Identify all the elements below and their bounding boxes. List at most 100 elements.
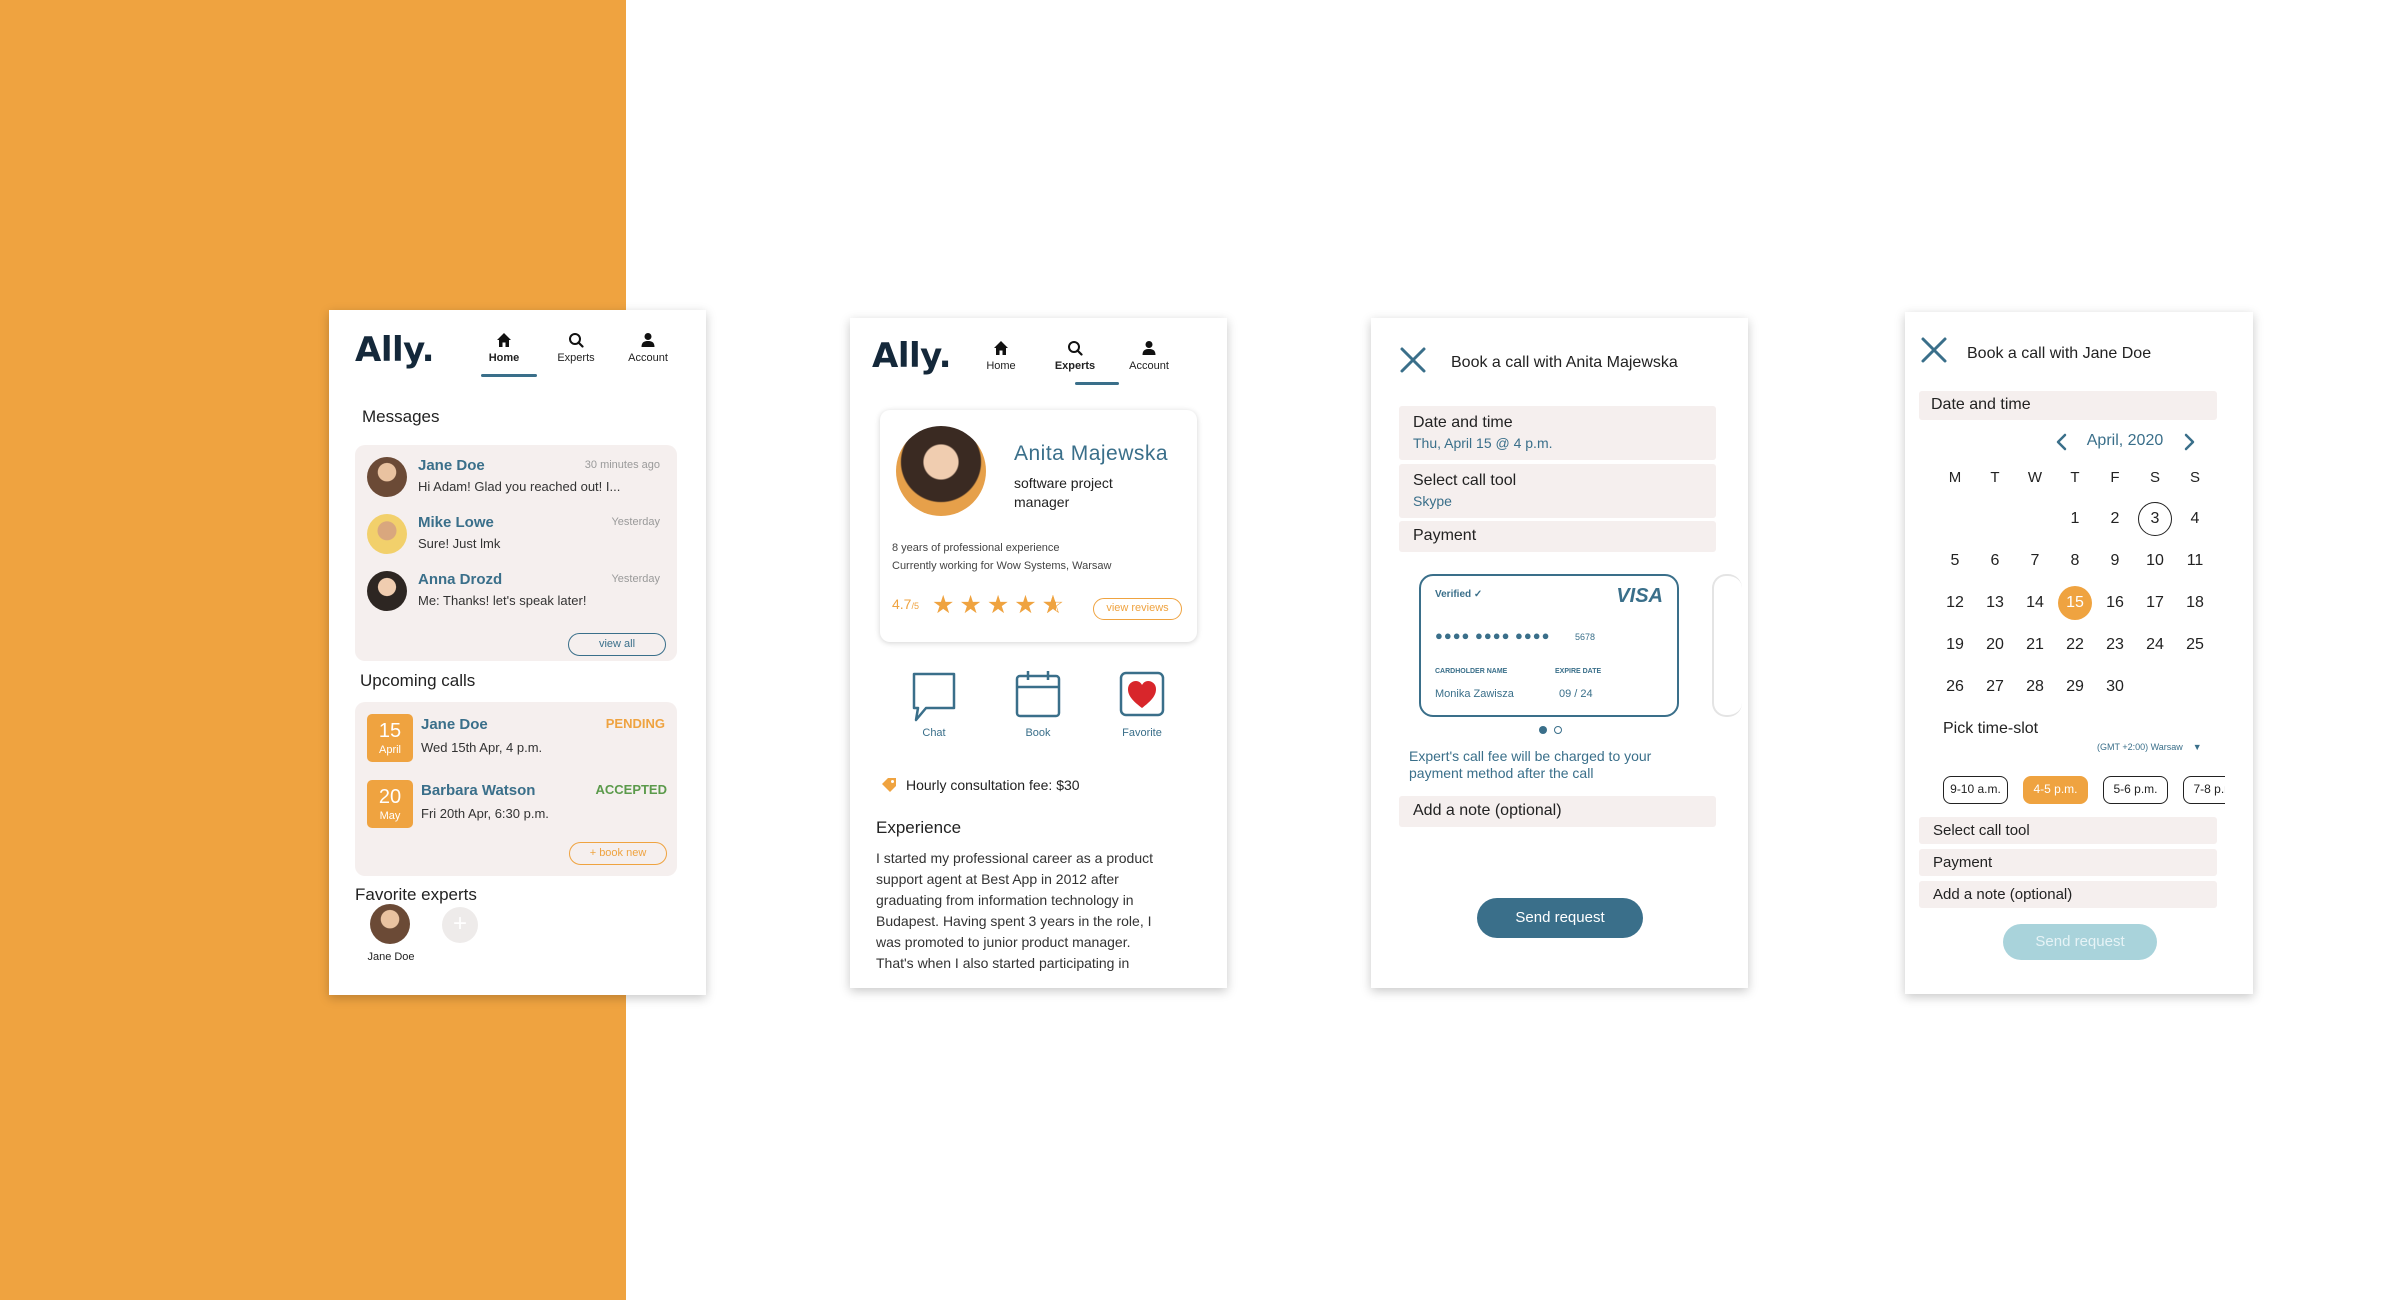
calendar-day[interactable]: 23 (2098, 628, 2132, 662)
send-request-button[interactable]: Send request (2003, 924, 2157, 960)
calendar-day[interactable]: 20 (1978, 628, 2012, 662)
rating-stars: ★★★★☆★ (932, 592, 1069, 618)
user-icon (641, 333, 655, 347)
favorite-expert-avatar[interactable] (370, 904, 410, 944)
nav-experts[interactable]: Experts (1045, 340, 1105, 372)
payment-card[interactable]: Verified ✓ VISA ●●●● ●●●● ●●●● 5678 CARD… (1419, 574, 1679, 717)
weekday-label: T (2070, 469, 2080, 486)
time-slot[interactable]: 7-8 p.m. (2183, 776, 2225, 804)
add-favorite-button[interactable]: + (442, 907, 478, 943)
rating-value: 4.7/5 (892, 596, 919, 614)
calendar-day[interactable]: 25 (2178, 628, 2212, 662)
search-icon (569, 333, 584, 348)
close-icon[interactable] (1399, 346, 1427, 374)
call-item[interactable]: 15 April Jane Doe Wed 15th Apr, 4 p.m. P… (355, 702, 677, 768)
call-time: Wed 15th Apr, 4 p.m. (421, 740, 543, 755)
experience-line: That's when I also started participating… (876, 955, 1130, 971)
carousel-dot[interactable] (1554, 726, 1562, 734)
chevron-right-icon[interactable] (2182, 433, 2196, 451)
nav-home[interactable]: Home (474, 332, 534, 364)
message-item[interactable]: Jane Doe 30 minutes ago Hi Adam! Glad yo… (355, 453, 677, 505)
calendar-day[interactable]: 19 (1938, 628, 1972, 662)
fee-row: Hourly consultation fee: $30 (880, 776, 1080, 794)
nav-account[interactable]: Account (618, 332, 678, 364)
calendar-day[interactable]: 22 (2058, 628, 2092, 662)
calendar-day[interactable]: 26 (1938, 670, 1972, 704)
message-item[interactable]: Anna Drozd Yesterday Me: Thanks! let's s… (355, 567, 677, 619)
payment-field[interactable]: Payment (1399, 521, 1716, 552)
note-field[interactable]: Add a note (optional) (1919, 881, 2217, 908)
heart-icon (1119, 671, 1165, 717)
payment-field[interactable]: Payment (1919, 849, 2217, 876)
chat-action[interactable]: Chat (904, 670, 964, 739)
calendar-day[interactable]: 27 (1978, 670, 2012, 704)
message-preview: Me: Thanks! let's speak later! (418, 593, 587, 608)
time-slot-selected[interactable]: 4-5 p.m. (2023, 776, 2088, 804)
calendar-day[interactable]: 16 (2098, 586, 2132, 620)
send-request-button[interactable]: Send request (1477, 898, 1643, 938)
carousel-dot-active[interactable] (1539, 726, 1547, 734)
next-payment-card-peek[interactable] (1712, 574, 1742, 717)
call-tool-field[interactable]: Select call tool (1919, 817, 2217, 844)
calendar-day[interactable]: 5 (1938, 544, 1972, 578)
calendar-day-today[interactable]: 3 (2138, 502, 2172, 536)
search-icon (1068, 341, 1083, 356)
book-action[interactable]: Book (1008, 670, 1068, 739)
calendar-day[interactable]: 28 (2018, 670, 2052, 704)
card-expiry: 09 / 24 (1559, 688, 1593, 700)
call-expert-name: Barbara Watson (421, 782, 536, 799)
calendar-day[interactable]: 18 (2178, 586, 2212, 620)
calendar-day[interactable]: 24 (2138, 628, 2172, 662)
nav-home-label: Home (986, 360, 1016, 372)
weekday-label: S (2149, 469, 2160, 486)
favorite-action[interactable]: Favorite (1112, 670, 1172, 739)
nav-experts-label: Experts (1054, 360, 1096, 372)
date-time-field[interactable]: Date and time (1919, 391, 2217, 420)
app-logo: Ally. (355, 330, 435, 370)
date-time-field[interactable]: Date and time Thu, April 15 @ 4 p.m. (1399, 406, 1716, 460)
book-new-button[interactable]: + book new (569, 842, 667, 865)
calendar-day[interactable]: 1 (2058, 502, 2092, 536)
calendar-day[interactable]: 13 (1978, 586, 2012, 620)
calendar-day[interactable]: 9 (2098, 544, 2132, 578)
calendar-day[interactable]: 29 (2058, 670, 2092, 704)
nav-experts[interactable]: Experts (546, 332, 606, 364)
calendar-day[interactable]: 6 (1978, 544, 2012, 578)
message-sender: Anna Drozd (418, 571, 503, 588)
upcoming-calls-title: Upcoming calls (360, 671, 476, 690)
view-all-button[interactable]: view all (568, 633, 666, 656)
calendar-day[interactable]: 2 (2098, 502, 2132, 536)
calendar-day[interactable]: 11 (2178, 544, 2212, 578)
avatar (367, 514, 407, 554)
time-slot[interactable]: 5-6 p.m. (2103, 776, 2168, 804)
calendar-day[interactable]: 8 (2058, 544, 2092, 578)
timezone-select[interactable]: (GMT +2:00) Warsaw ▼ (2097, 742, 2202, 752)
calendar-day[interactable]: 4 (2178, 502, 2212, 536)
close-icon[interactable] (1920, 336, 1948, 364)
calendar-day[interactable]: 21 (2018, 628, 2052, 662)
note-field[interactable]: Add a note (optional) (1399, 796, 1716, 827)
expert-experience-years: 8 years of professional experience (892, 542, 1060, 554)
nav-home[interactable]: Home (971, 340, 1031, 372)
call-tool-field[interactable]: Select call tool Skype (1399, 464, 1716, 518)
favorite-experts-title: Favorite experts (355, 885, 477, 904)
call-item[interactable]: 20 May Barbara Watson Fri 20th Apr, 6:30… (355, 768, 677, 834)
calendar-day[interactable]: 14 (2018, 586, 2052, 620)
calendar-day-selected[interactable]: 15 (2058, 586, 2092, 620)
chevron-left-icon[interactable] (2055, 433, 2069, 451)
booking-title: Book a call with Anita Majewska (1451, 354, 1678, 371)
calendar-day[interactable]: 12 (1938, 586, 1972, 620)
calendar-day[interactable]: 17 (2138, 586, 2172, 620)
calendar-day[interactable]: 10 (2138, 544, 2172, 578)
home-icon (994, 341, 1008, 355)
dropdown-icon: ▼ (2192, 742, 2202, 752)
time-slot[interactable]: 9-10 a.m. (1943, 776, 2008, 804)
avatar (367, 571, 407, 611)
calendar-title: Book a call with Jane Doe (1967, 345, 2152, 362)
view-reviews-button[interactable]: view reviews (1093, 598, 1182, 620)
calendar-day[interactable]: 30 (2098, 670, 2132, 704)
call-date-badge: 20 May (367, 780, 413, 828)
nav-account[interactable]: Account (1119, 340, 1179, 372)
message-item[interactable]: Mike Lowe Yesterday Sure! Just lmk (355, 510, 677, 562)
calendar-day[interactable]: 7 (2018, 544, 2052, 578)
